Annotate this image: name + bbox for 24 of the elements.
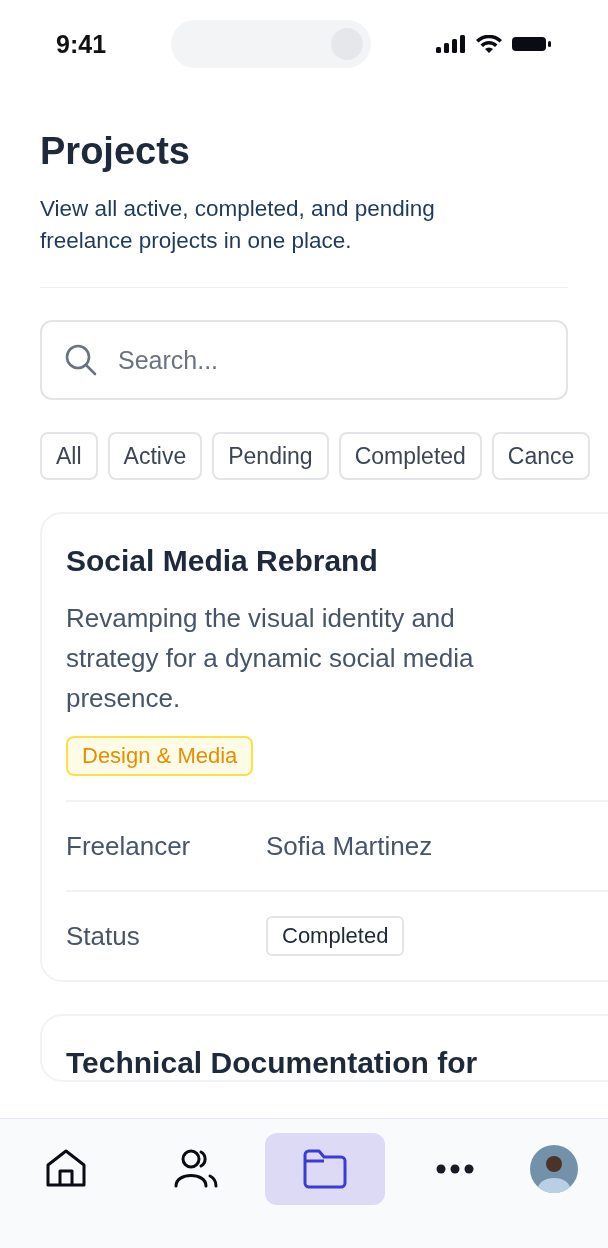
filter-chip[interactable]: All	[40, 432, 98, 480]
wifi-icon	[476, 35, 502, 53]
project-title: Technical Documentation for	[66, 1046, 479, 1080]
field-value: Sofia Martinez	[266, 830, 433, 862]
page-title: Projects	[40, 130, 191, 173]
filter-chip[interactable]: Pending	[212, 432, 329, 480]
filter-chip[interactable]: Active	[107, 432, 203, 480]
people-icon	[172, 1148, 219, 1190]
filter-chip[interactable]: Completed	[338, 432, 482, 480]
status-time: 9:41	[56, 29, 107, 59]
signal-icon	[436, 35, 466, 53]
avatar-icon	[530, 1145, 578, 1193]
page-subtitle: View all active, completed, and pending freelance projects in one place.	[40, 195, 436, 255]
status-badge: Completed	[266, 916, 405, 956]
category-tag: Design & Media	[66, 736, 254, 776]
project-title: Social Media Rebrand	[66, 544, 379, 578]
more-icon	[435, 1164, 474, 1174]
filter-chip[interactable]: Cance	[491, 432, 591, 480]
folder-icon	[303, 1149, 347, 1189]
project-description: Revamping the visual identity and strategy for a dynamic social media presence.	[66, 602, 475, 715]
field-label: Freelancer	[66, 830, 192, 862]
search-field[interactable]: Search...	[40, 320, 568, 400]
battery-icon	[512, 37, 552, 51]
field-label: Status	[66, 920, 141, 952]
